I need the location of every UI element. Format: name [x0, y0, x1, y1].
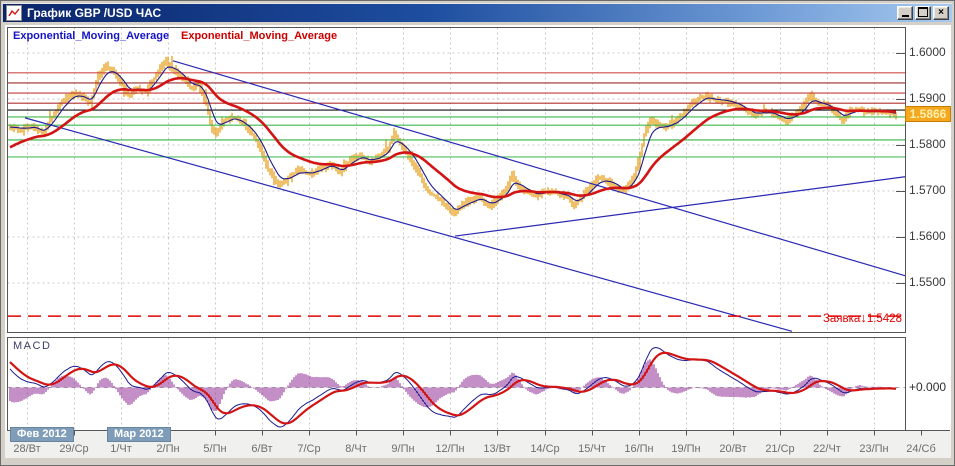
candlestick-series: [9, 55, 897, 217]
chart-app-icon: [6, 5, 22, 21]
chart-window: { "window": { "title": "График GBP /USD …: [0, 0, 955, 466]
ema-slow-line: [9, 76, 897, 199]
window-titlebar[interactable]: График GBP /USD ЧАС ×: [3, 3, 952, 22]
close-button[interactable]: ×: [933, 6, 949, 20]
window-title: График GBP /USD ЧАС: [27, 6, 162, 20]
minimize-button[interactable]: [897, 6, 913, 20]
chart-canvas[interactable]: [0, 0, 955, 466]
maximize-button[interactable]: [915, 6, 931, 20]
maximize-icon: [918, 7, 928, 17]
ema-fast-line: [9, 66, 897, 210]
minimize-icon: [901, 12, 909, 17]
close-icon: ×: [938, 7, 944, 18]
